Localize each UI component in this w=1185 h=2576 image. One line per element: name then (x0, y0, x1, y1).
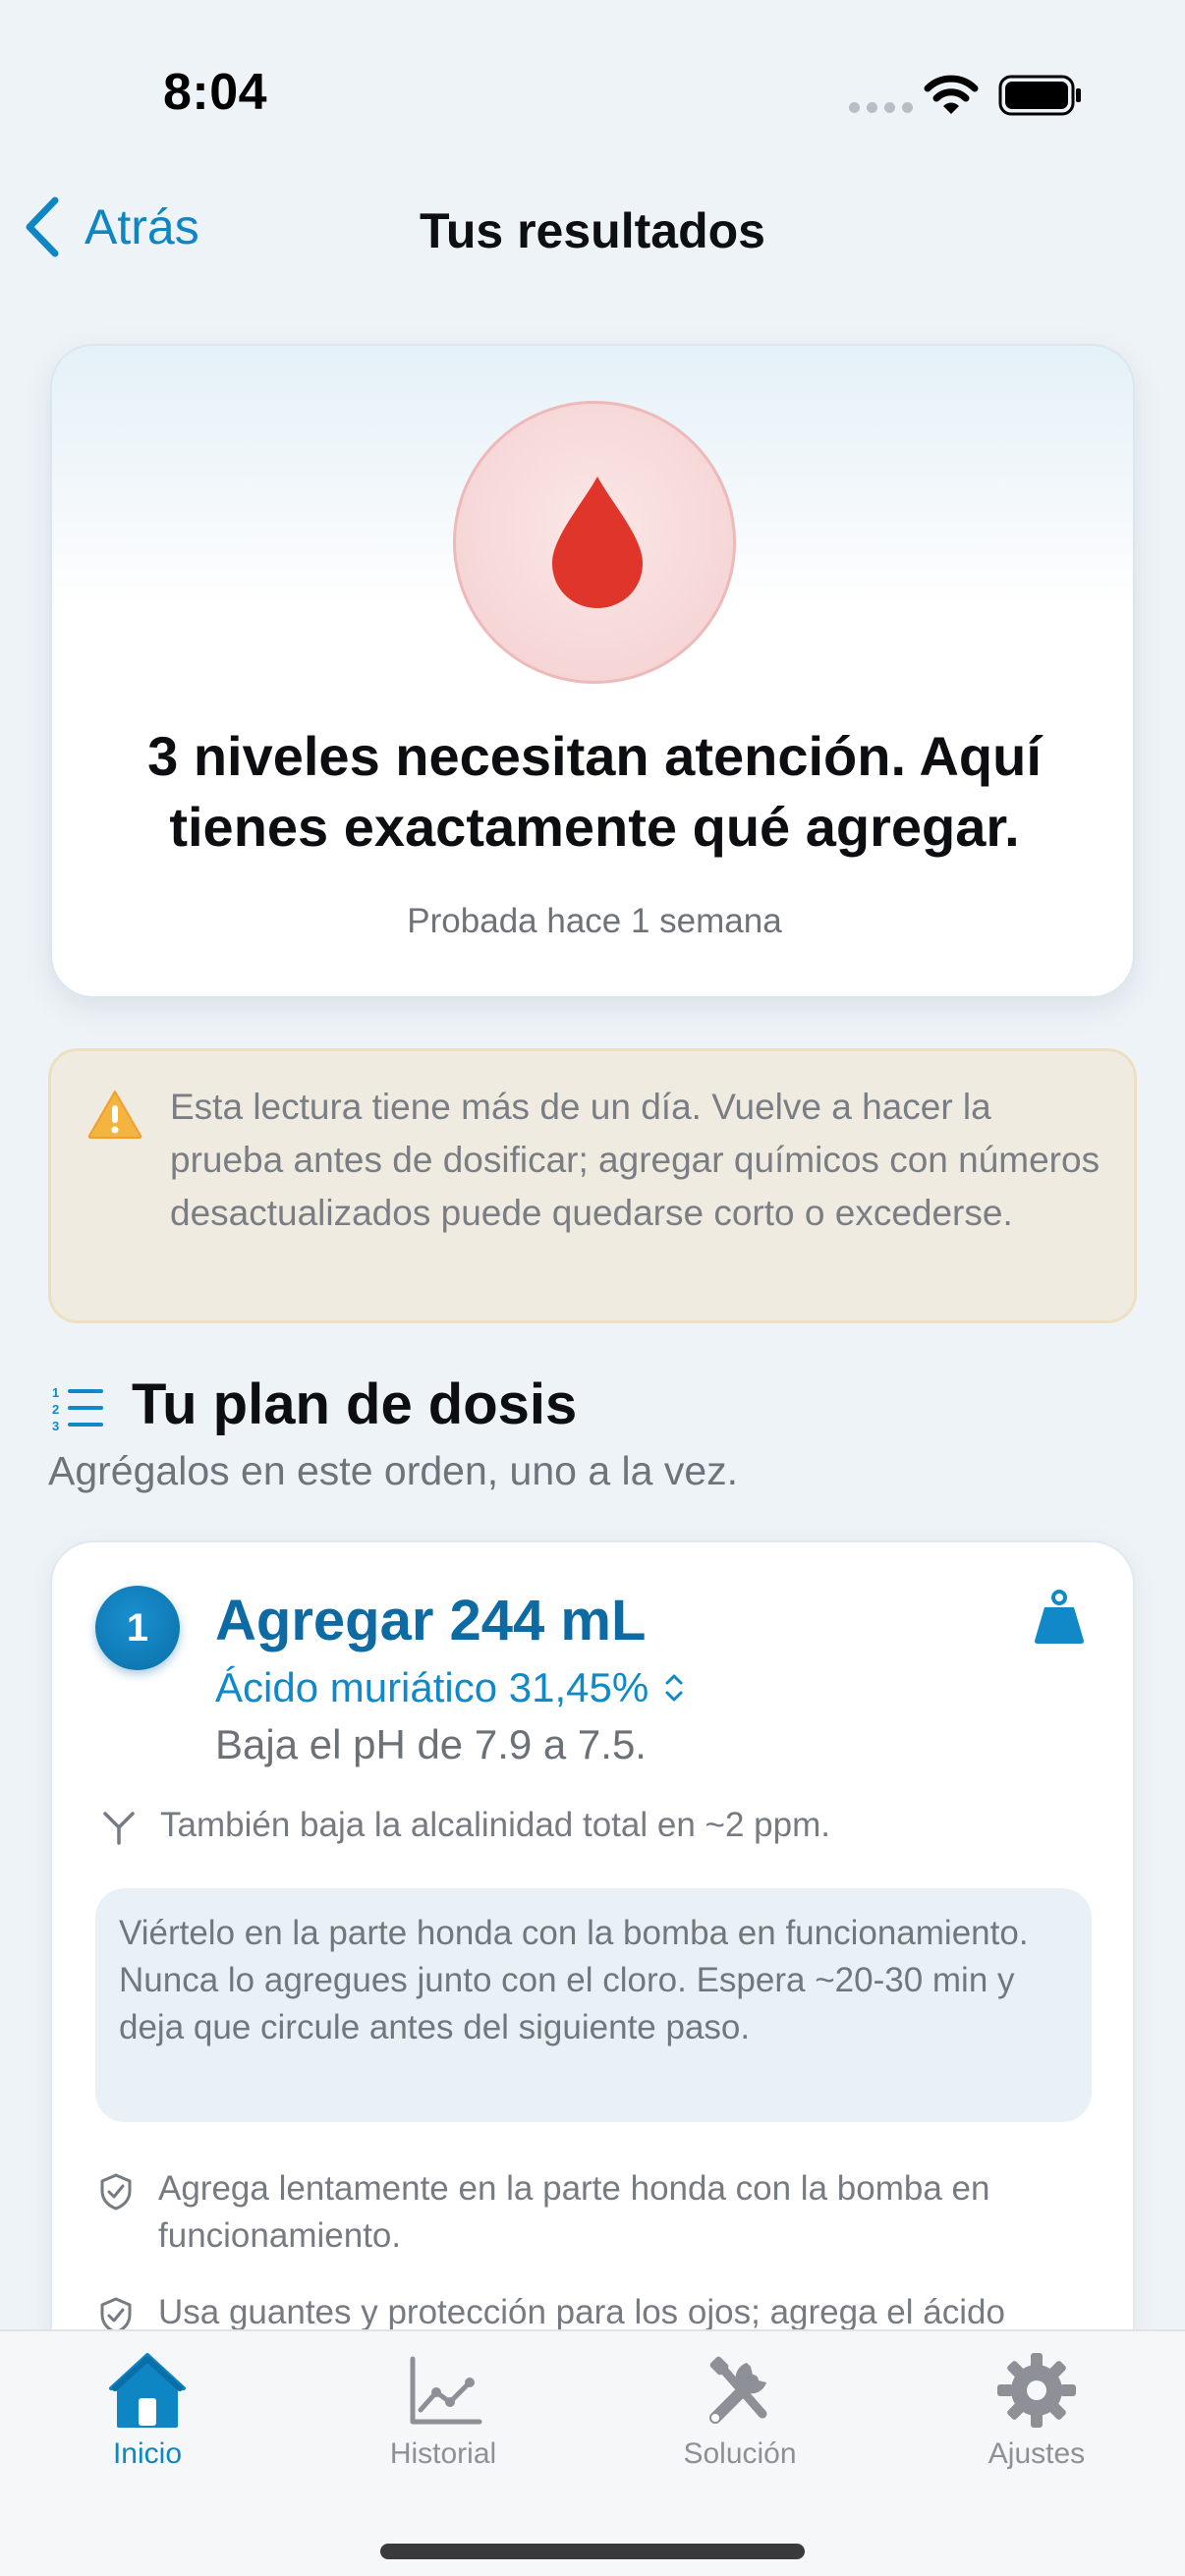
status-badge (453, 401, 736, 684)
instruction-box: Viértelo en la parte honda con la bomba … (95, 1888, 1092, 2122)
water-drop-icon (552, 476, 643, 608)
side-effect-text: También baja la alcalinidad total en ~2 … (160, 1806, 830, 1844)
status-time: 8:04 (163, 64, 268, 121)
step-headline: Agregar 244 mL (215, 1589, 647, 1652)
page-title: Tus resultados (420, 203, 765, 258)
warning-triangle-icon (87, 1091, 142, 1139)
step-number-badge: 1 (95, 1586, 180, 1670)
section-subtitle: Agrégalos en este orden, uno a la vez. (48, 1448, 739, 1493)
tools-icon (709, 2356, 767, 2424)
shield-check-icon (100, 2173, 132, 2211)
cellular-dots-icon (849, 102, 913, 113)
branch-icon (103, 1812, 135, 1845)
svg-text:1: 1 (52, 1385, 59, 1400)
scale-weight-icon[interactable] (1033, 1590, 1086, 1645)
tab-ajustes[interactable]: Ajustes (919, 2349, 1155, 2496)
instruction-text: Viértelo en la parte honda con la bomba … (119, 1914, 1029, 2046)
status-bar: 8:04 (0, 0, 1185, 177)
gear-icon (997, 2353, 1076, 2428)
tab-inicio[interactable]: Inicio (29, 2349, 265, 2496)
chevron-up-down-icon (665, 1674, 683, 1702)
home-indicator[interactable] (380, 2544, 805, 2559)
warning-text: Esta lectura tiene más de un día. Vuelve… (170, 1087, 1100, 1233)
svg-text:3: 3 (52, 1419, 59, 1432)
hero-title: 3 niveles necesitan atención. Aquí tiene… (147, 725, 1042, 858)
product-name: Ácido muriático 31,45% (215, 1664, 649, 1710)
svg-text:2: 2 (52, 1402, 59, 1417)
tab-solucion[interactable]: Solución (622, 2349, 858, 2496)
tab-bar: Inicio Historial Solución Ajustes (0, 2329, 1185, 2576)
tab-label: Solución (683, 2437, 797, 2470)
tab-historial[interactable]: Historial (325, 2349, 561, 2496)
tested-timestamp: Probada hace 1 semana (407, 902, 782, 940)
tab-label: Historial (389, 2437, 497, 2470)
battery-icon (998, 75, 1081, 116)
stale-reading-warning: Esta lectura tiene más de un día. Vuelve… (48, 1048, 1137, 1323)
numbered-list-icon: 1 2 3 (52, 1385, 103, 1432)
chart-icon (410, 2356, 482, 2425)
house-icon (109, 2353, 186, 2428)
navigation-bar: Atrás Tus resultados (0, 187, 1185, 275)
tab-label: Ajustes (988, 2437, 1086, 2470)
tab-label: Inicio (112, 2437, 183, 2470)
step-effect: Baja el pH de 7.9 a 7.5. (215, 1721, 647, 1767)
safety-note: Agrega lentamente en la parte honda con … (158, 2169, 990, 2255)
product-selector[interactable]: Ácido muriático 31,45% (215, 1664, 686, 1711)
wifi-icon (924, 75, 979, 114)
section-title: Tu plan de dosis (132, 1372, 578, 1436)
results-summary-card: 3 niveles necesitan atención. Aquí tiene… (50, 344, 1135, 998)
